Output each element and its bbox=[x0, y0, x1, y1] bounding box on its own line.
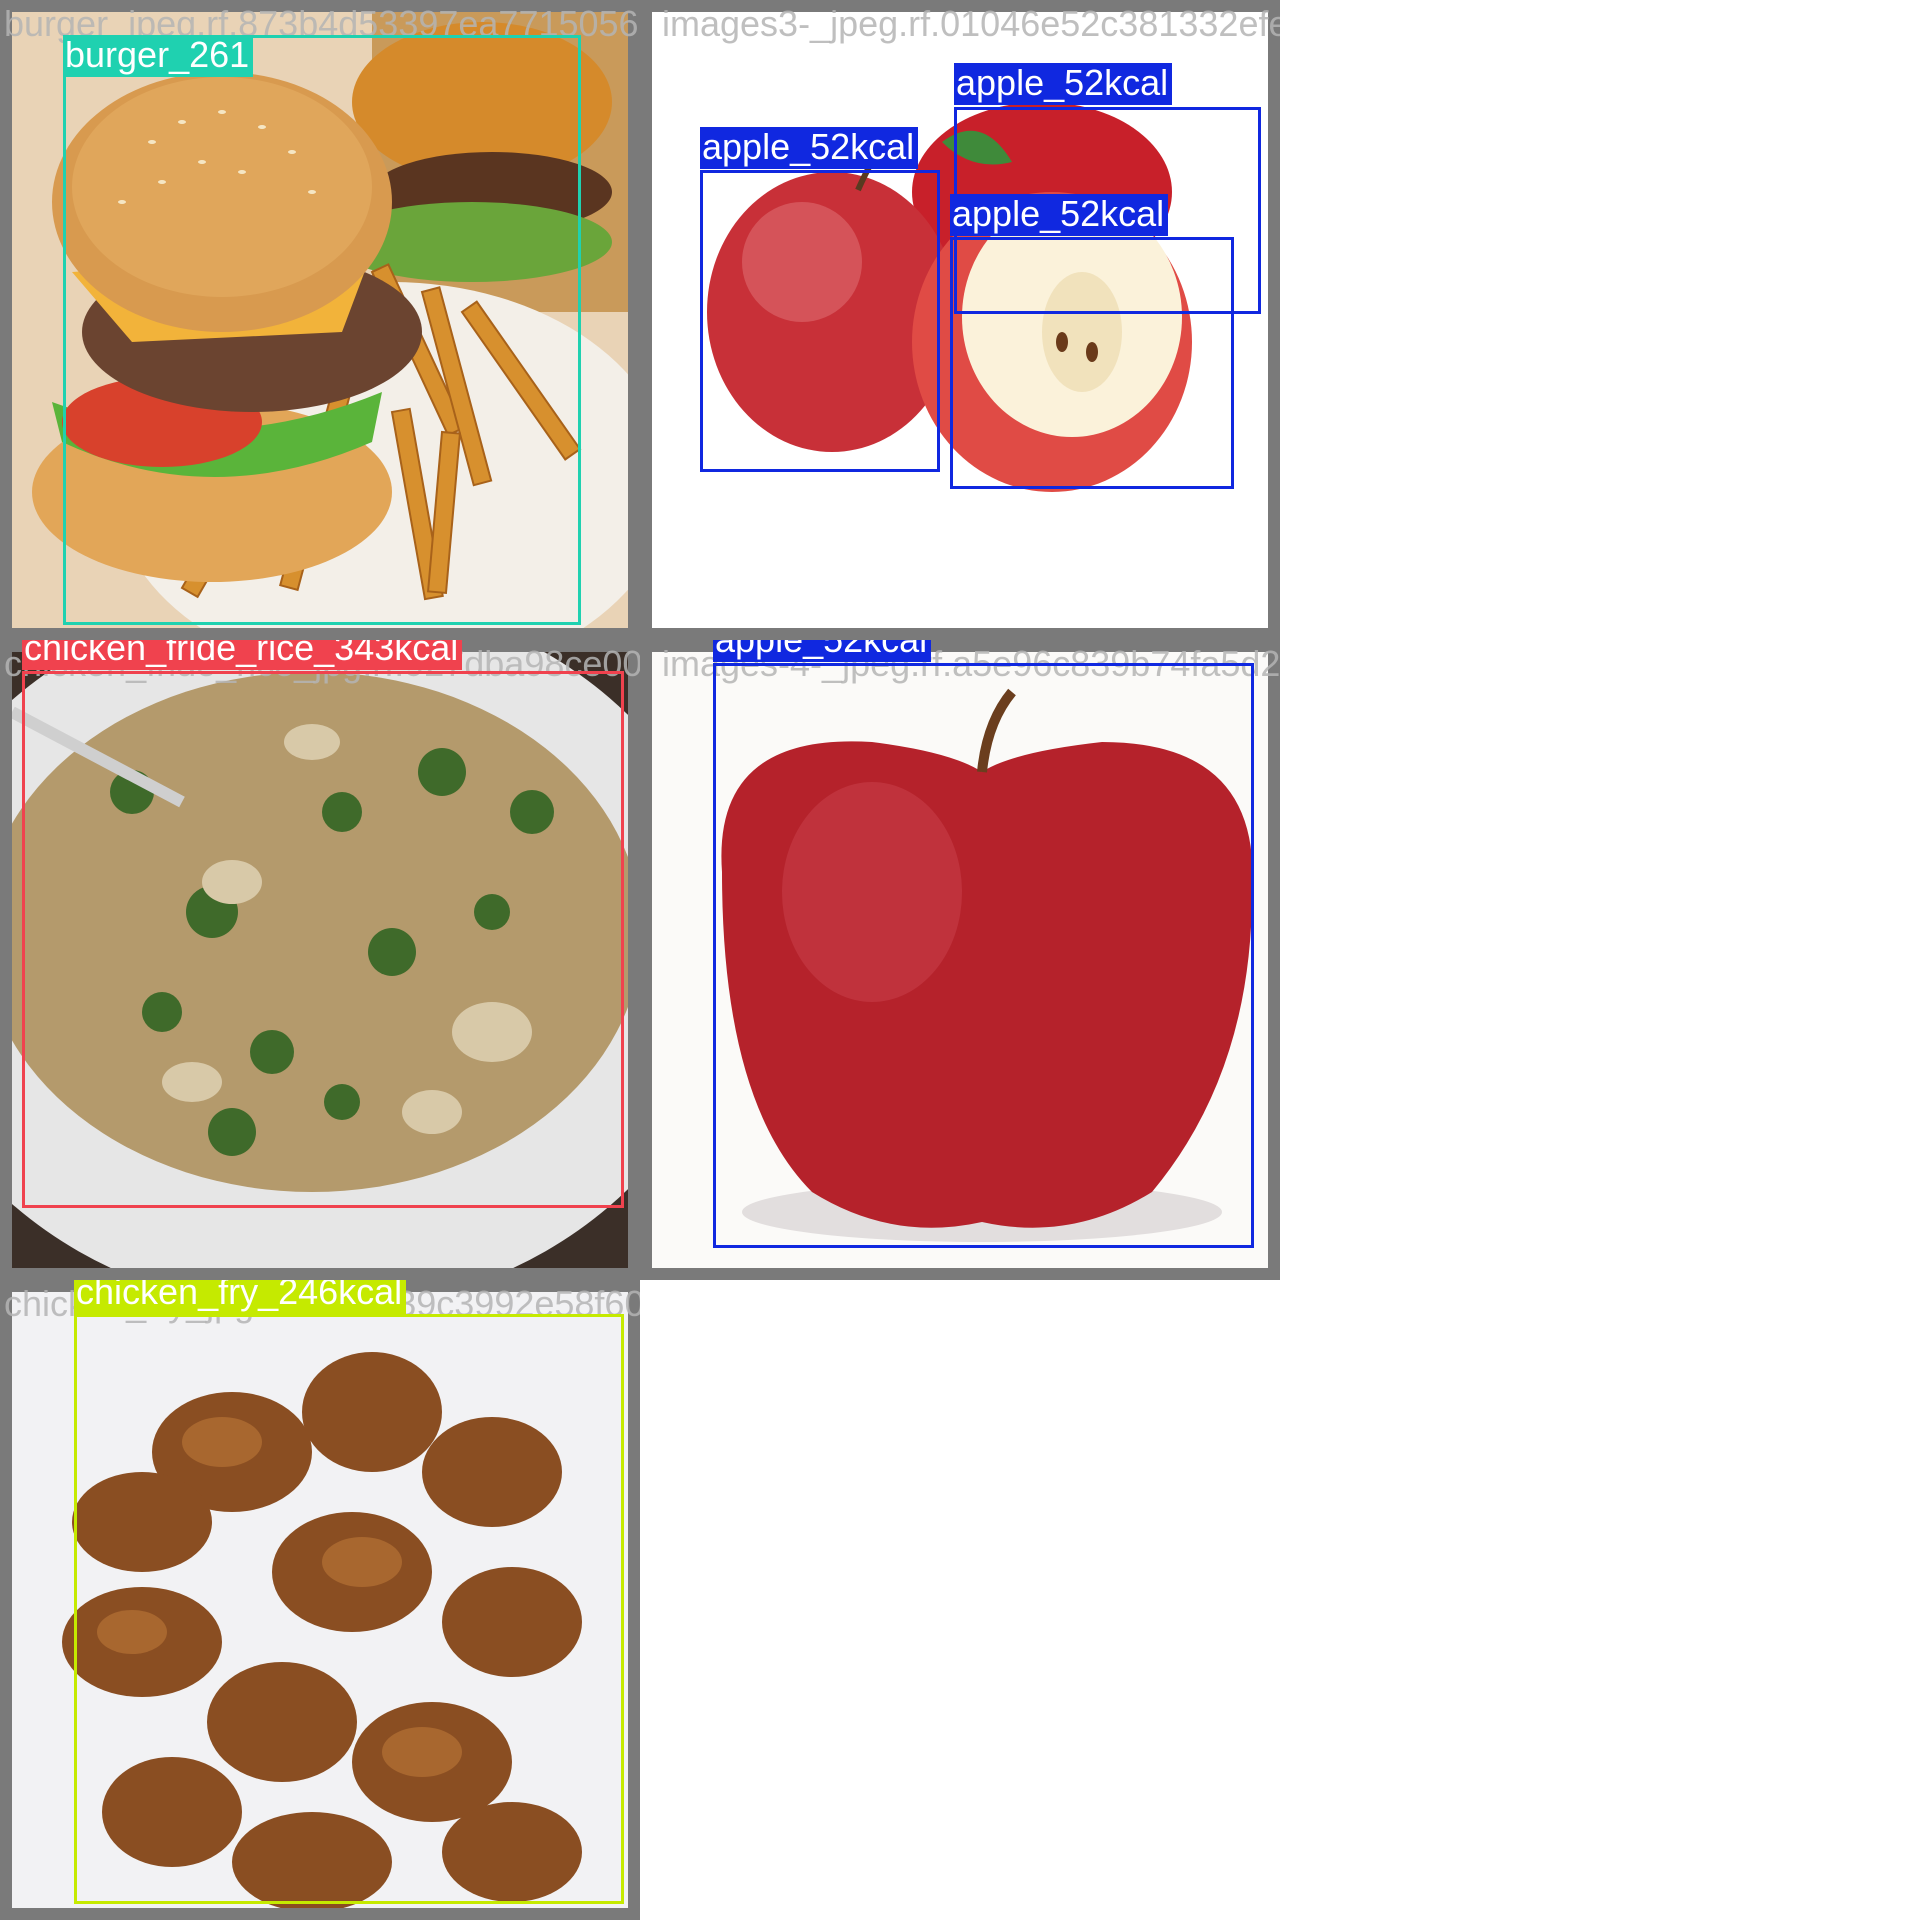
detection-box-apple-3 bbox=[950, 237, 1234, 489]
detection-box-chicken-fry bbox=[74, 1314, 624, 1904]
tile-apple-single: images-4-_jpeg.rf.a5e96c839b74fa5d2b631e… bbox=[640, 640, 1280, 1280]
tile-burger: burger_jpeg.rf.873b4d53397ea7715056a0154… bbox=[0, 0, 640, 640]
tile-chicken-fride-rice: chicken_fride_rice_jpg.rf.927dba98ce00 c… bbox=[0, 640, 640, 1280]
detection-box-apple-2 bbox=[700, 170, 940, 472]
detection-box-chicken-fride-rice bbox=[22, 671, 624, 1208]
detection-box-burger bbox=[63, 35, 581, 625]
detection-label-chicken-fride-rice: chicken_fride_rice_343kcal bbox=[22, 640, 463, 670]
detection-label-apple-1: apple_52kcal bbox=[954, 63, 1173, 105]
detection-box-apple-single bbox=[713, 663, 1254, 1248]
detection-label-apple-2: apple_52kcal bbox=[700, 127, 919, 169]
detection-label-apple-single: apple_52kcal bbox=[713, 640, 932, 662]
detection-label-chicken-fry: chicken_fry_246kcal bbox=[74, 1280, 407, 1314]
tile-apples: images3-_jpeg.rf.01046e52c381332efed7b0 … bbox=[640, 0, 1280, 640]
detection-label-apple-3: apple_52kcal bbox=[950, 194, 1169, 236]
detection-label-burger: burger_261 bbox=[63, 35, 254, 77]
tile-chicken-fry: chicken_fry_jpg.rf.6a73039c3992e58f60 ch… bbox=[0, 1280, 640, 1920]
